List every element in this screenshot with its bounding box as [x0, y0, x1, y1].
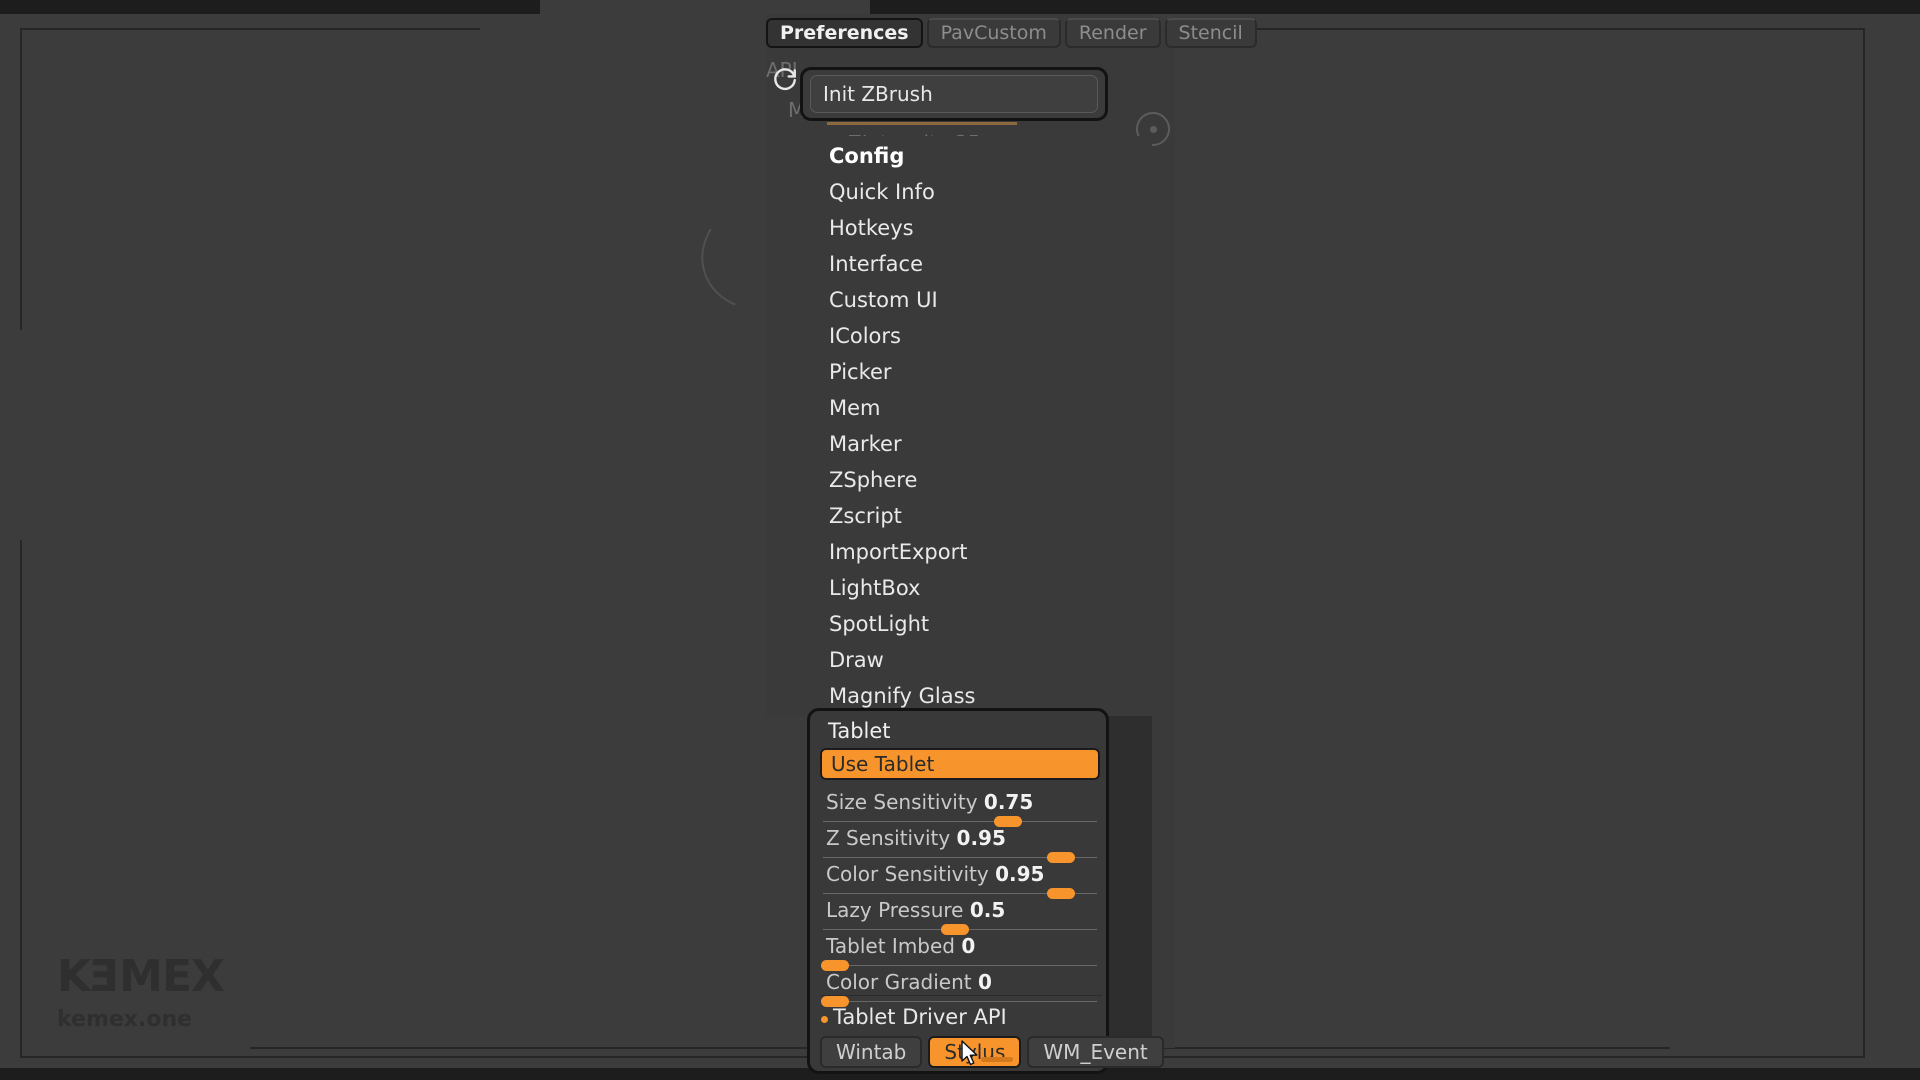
slider-z-sensitivity-value: 0.95 — [956, 826, 1006, 850]
driver-api-option-wintab[interactable]: Wintab — [820, 1036, 923, 1068]
slider-tablet-imbed-track[interactable] — [823, 965, 1097, 966]
top-edge-strip-gap — [540, 0, 870, 14]
tablet-panel-title: Tablet — [828, 719, 891, 743]
tablet-panel: Tablet Use Tablet Size Sensitivity 0.75 … — [807, 708, 1164, 1074]
menu-item-spotlight[interactable]: SpotLight — [829, 614, 929, 635]
slider-color-sensitivity-value: 0.95 — [995, 862, 1045, 886]
tab-preferences[interactable]: Preferences — [766, 18, 923, 48]
init-zbrush-button[interactable]: Init ZBrush — [810, 75, 1098, 113]
menu-item-zscript[interactable]: Zscript — [829, 506, 902, 527]
kemex-watermark: K E MEX kemex.one — [57, 951, 225, 1032]
menu-item-config[interactable]: Config — [829, 146, 904, 167]
slider-color-sensitivity-label: Color Sensitivity 0.95 — [826, 862, 1044, 886]
slider-color-gradient-label: Color Gradient 0 — [826, 970, 992, 994]
watermark-brand-mex: MEX — [119, 951, 225, 1002]
canvas-frame-gap-left — [8, 330, 36, 540]
watermark-brand-k: K — [57, 951, 91, 1002]
slider-color-gradient-name: Color Gradient — [826, 970, 972, 994]
driver-api-option-wm-event[interactable]: WM_Event — [1027, 1036, 1164, 1068]
watermark-brand-e-reversed: E — [90, 951, 120, 1002]
slider-tablet-imbed-label: Tablet Imbed 0 — [826, 934, 975, 958]
menu-item-hotkeys[interactable]: Hotkeys — [829, 218, 914, 239]
slider-tablet-imbed-value: 0 — [961, 934, 976, 958]
palette-tabbar[interactable]: Preferences PavCustom Render Stencil — [766, 18, 1257, 48]
slider-z-sensitivity-name: Z Sensitivity — [826, 826, 951, 850]
menu-item-mem[interactable]: Mem — [829, 398, 881, 419]
slider-lazy-pressure-label: Lazy Pressure 0.5 — [826, 898, 1005, 922]
reload-icon[interactable] — [772, 66, 798, 92]
menu-item-custom-ui[interactable]: Custom UI — [829, 290, 938, 311]
watermark-site: kemex.one — [57, 1007, 193, 1032]
tab-stencil[interactable]: Stencil — [1164, 18, 1257, 48]
slider-z-sensitivity-knob[interactable] — [1047, 852, 1075, 863]
menu-item-icolors[interactable]: IColors — [829, 326, 901, 347]
slider-size-sensitivity-track[interactable] — [823, 821, 1097, 822]
menu-item-zsphere[interactable]: ZSphere — [829, 470, 917, 491]
slider-size-sensitivity-name: Size Sensitivity — [826, 790, 978, 814]
menu-item-importexport[interactable]: ImportExport — [829, 542, 967, 563]
slider-size-sensitivity-label: Size Sensitivity 0.75 — [826, 790, 1033, 814]
slider-lazy-pressure-value: 0.5 — [969, 898, 1006, 922]
slider-color-sensitivity-name: Color Sensitivity — [826, 862, 989, 886]
menu-item-interface[interactable]: Interface — [829, 254, 923, 275]
use-tablet-toggle[interactable]: Use Tablet — [820, 748, 1100, 780]
slider-lazy-pressure-name: Lazy Pressure — [826, 898, 964, 922]
slider-color-sensitivity-knob[interactable] — [1047, 888, 1075, 899]
preferences-menu-list: Config Quick Info Hotkeys Interface Cust… — [766, 136, 1152, 716]
mouse-cursor — [960, 1040, 980, 1068]
driver-api-title: Tablet Driver API — [833, 1005, 1007, 1029]
watermark-brand: K E MEX — [57, 951, 225, 1002]
tab-pavcustom[interactable]: PavCustom — [926, 18, 1061, 48]
init-zbrush-underline — [827, 122, 1017, 125]
slider-color-gradient-value: 0 — [977, 970, 992, 994]
tab-render[interactable]: Render — [1064, 18, 1161, 48]
menu-item-marker[interactable]: Marker — [829, 434, 902, 455]
slider-size-sensitivity-value: 0.75 — [983, 790, 1034, 814]
driver-api-divider — [820, 995, 1102, 996]
init-zbrush-popup: Init ZBrush — [800, 67, 1108, 121]
slider-z-sensitivity-label: Z Sensitivity 0.95 — [826, 826, 1006, 850]
driver-api-button-group[interactable]: Wintab Stylus WM_Event — [820, 1036, 1164, 1068]
slider-color-gradient-track[interactable] — [823, 1001, 1097, 1002]
menu-item-picker[interactable]: Picker — [829, 362, 892, 383]
menu-item-quick-info[interactable]: Quick Info — [829, 182, 935, 203]
menu-item-lightbox[interactable]: LightBox — [829, 578, 920, 599]
menu-item-magnify-glass[interactable]: Magnify Glass — [829, 686, 975, 707]
driver-api-bullet-icon — [821, 1016, 828, 1023]
zbrush-window: Preferences PavCustom Render Stencil API… — [0, 0, 1920, 1080]
top-edge-strip — [0, 0, 1920, 14]
menu-item-draw[interactable]: Draw — [829, 650, 884, 671]
slider-tablet-imbed-name: Tablet Imbed — [826, 934, 955, 958]
